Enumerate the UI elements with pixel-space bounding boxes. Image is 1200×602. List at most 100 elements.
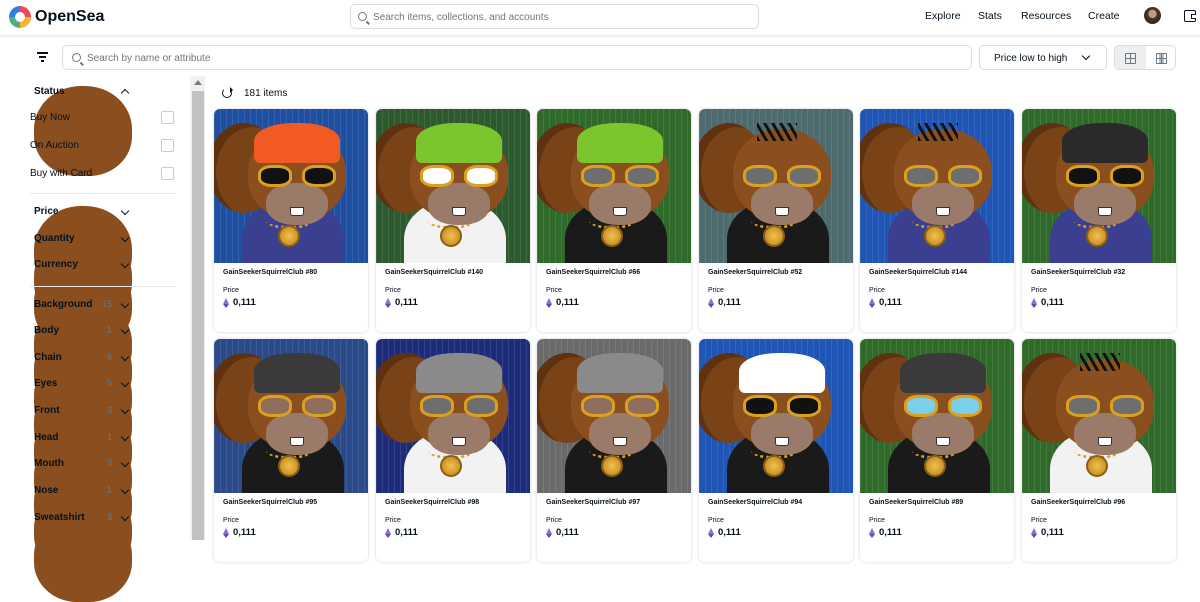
nft-image[interactable] bbox=[860, 109, 1014, 263]
eth-icon bbox=[546, 528, 552, 538]
large-grid-view-button[interactable] bbox=[1115, 46, 1146, 69]
eth-icon bbox=[1031, 298, 1037, 308]
checkbox[interactable] bbox=[161, 139, 174, 152]
nft-image[interactable] bbox=[537, 109, 691, 263]
nav-explore[interactable]: Explore bbox=[925, 10, 961, 22]
nft-price: 0,111 bbox=[1041, 527, 1064, 538]
nft-card[interactable]: GainSeekerSquirrelClub #52 Price 0,111 bbox=[699, 109, 853, 332]
eth-icon bbox=[869, 298, 875, 308]
nft-image[interactable] bbox=[699, 339, 853, 493]
wallet-icon[interactable] bbox=[1184, 10, 1196, 22]
nft-name: GainSeekerSquirrelClub #97 bbox=[546, 499, 641, 506]
checkbox[interactable] bbox=[161, 111, 174, 124]
price-label: Price bbox=[385, 287, 401, 294]
filter-sidebar: Status Buy Now On Auction Buy with Card … bbox=[0, 76, 190, 602]
nft-card[interactable]: GainSeekerSquirrelClub #89 Price 0,111 bbox=[860, 339, 1014, 562]
nft-image[interactable] bbox=[214, 109, 368, 263]
price-label: Price bbox=[546, 517, 562, 524]
nft-card[interactable]: GainSeekerSquirrelClub #66 Price 0,111 bbox=[537, 109, 691, 332]
nft-price: 0,111 bbox=[556, 297, 579, 308]
attribute-search-box[interactable] bbox=[62, 45, 972, 70]
status-option-buy-with-card[interactable]: Buy with Card bbox=[30, 167, 175, 182]
divider bbox=[30, 193, 175, 194]
nav-stats[interactable]: Stats bbox=[978, 10, 1002, 22]
eth-icon bbox=[223, 528, 229, 538]
item-count: 181 items bbox=[244, 88, 288, 99]
nft-image[interactable] bbox=[1022, 109, 1176, 263]
brand-name[interactable]: OpenSea bbox=[35, 8, 104, 26]
nft-card[interactable]: GainSeekerSquirrelClub #95 Price 0,111 bbox=[214, 339, 368, 562]
filter-toggle-icon[interactable] bbox=[37, 52, 48, 62]
eth-icon bbox=[708, 298, 714, 308]
trait-count: 1 bbox=[106, 485, 112, 495]
status-section-header[interactable]: Status bbox=[34, 86, 132, 176]
price-label: Price bbox=[869, 287, 885, 294]
sort-dropdown[interactable]: Price low to high bbox=[979, 45, 1107, 70]
trait-count: 1 bbox=[106, 432, 112, 442]
price-label: Price bbox=[708, 517, 724, 524]
price-label: Price bbox=[546, 287, 562, 294]
nft-card[interactable]: GainSeekerSquirrelClub #98 Price 0,111 bbox=[376, 339, 530, 562]
nft-name: GainSeekerSquirrelClub #96 bbox=[1031, 499, 1126, 506]
trait-filter-sweatshirt[interactable]: Sweatshirt 3 bbox=[34, 512, 132, 602]
refresh-icon[interactable] bbox=[222, 87, 233, 98]
top-navbar: OpenSea Explore Stats Resources Create bbox=[0, 0, 1200, 35]
nft-card[interactable]: GainSeekerSquirrelClub #144 Price 0,111 bbox=[860, 109, 1014, 332]
nft-card[interactable]: GainSeekerSquirrelClub #97 Price 0,111 bbox=[537, 339, 691, 562]
nft-name: GainSeekerSquirrelClub #140 bbox=[385, 269, 484, 276]
attribute-search-input[interactable] bbox=[87, 50, 957, 66]
nft-card[interactable]: GainSeekerSquirrelClub #94 Price 0,111 bbox=[699, 339, 853, 562]
nft-name: GainSeekerSquirrelClub #66 bbox=[546, 269, 641, 276]
grid-large-icon bbox=[1125, 53, 1136, 64]
global-search-box[interactable] bbox=[350, 4, 759, 29]
status-option-buy-now[interactable]: Buy Now bbox=[30, 111, 175, 126]
chevron-down-icon bbox=[1081, 51, 1091, 61]
nav-create[interactable]: Create bbox=[1088, 10, 1120, 22]
chevron-down-icon bbox=[120, 206, 130, 216]
nft-card[interactable]: GainSeekerSquirrelClub #80 Price 0,111 bbox=[214, 109, 368, 332]
small-grid-view-button[interactable] bbox=[1146, 46, 1175, 69]
trait-count: 1 bbox=[106, 325, 112, 335]
nft-image[interactable] bbox=[376, 109, 530, 263]
eth-icon bbox=[546, 298, 552, 308]
nft-price: 0,111 bbox=[233, 297, 256, 308]
global-search-input[interactable] bbox=[373, 9, 753, 25]
nft-price: 0,111 bbox=[233, 527, 256, 538]
eth-icon bbox=[385, 528, 391, 538]
nft-name: GainSeekerSquirrelClub #89 bbox=[869, 499, 964, 506]
eth-icon bbox=[385, 298, 391, 308]
nft-price: 0,111 bbox=[1041, 297, 1064, 308]
opensea-logo-icon[interactable] bbox=[9, 6, 31, 28]
nft-name: GainSeekerSquirrelClub #80 bbox=[223, 269, 318, 276]
nft-card[interactable]: GainSeekerSquirrelClub #140 Price 0,111 bbox=[376, 109, 530, 332]
checkbox[interactable] bbox=[161, 167, 174, 180]
grid-small-icon bbox=[1156, 53, 1167, 64]
trait-count: 3 bbox=[106, 512, 112, 522]
chevron-up-icon bbox=[120, 88, 130, 98]
profile-avatar[interactable] bbox=[1144, 7, 1161, 24]
nft-card[interactable]: GainSeekerSquirrelClub #32 Price 0,111 bbox=[1022, 109, 1176, 332]
eth-icon bbox=[869, 528, 875, 538]
divider bbox=[30, 286, 175, 287]
nft-image[interactable] bbox=[376, 339, 530, 493]
nft-price: 0,111 bbox=[718, 527, 741, 538]
scrollbar-thumb[interactable] bbox=[192, 91, 204, 540]
view-toggle bbox=[1114, 45, 1176, 70]
scroll-up-arrow-icon[interactable] bbox=[194, 80, 202, 85]
status-option-on-auction[interactable]: On Auction bbox=[30, 139, 175, 154]
nft-image[interactable] bbox=[214, 339, 368, 493]
price-label: Price bbox=[869, 517, 885, 524]
nft-image[interactable] bbox=[537, 339, 691, 493]
nft-price: 0,111 bbox=[556, 527, 579, 538]
nft-name: GainSeekerSquirrelClub #144 bbox=[869, 269, 968, 276]
nft-card[interactable]: GainSeekerSquirrelClub #96 Price 0,111 bbox=[1022, 339, 1176, 562]
nft-price: 0,111 bbox=[718, 297, 741, 308]
nft-image[interactable] bbox=[860, 339, 1014, 493]
nft-image[interactable] bbox=[699, 109, 853, 263]
trait-count: 15 bbox=[101, 299, 112, 309]
sort-label: Price low to high bbox=[994, 53, 1068, 64]
nav-resources[interactable]: Resources bbox=[1021, 10, 1071, 22]
search-icon bbox=[358, 12, 367, 21]
nft-image[interactable] bbox=[1022, 339, 1176, 493]
trait-count: 3 bbox=[106, 458, 112, 468]
